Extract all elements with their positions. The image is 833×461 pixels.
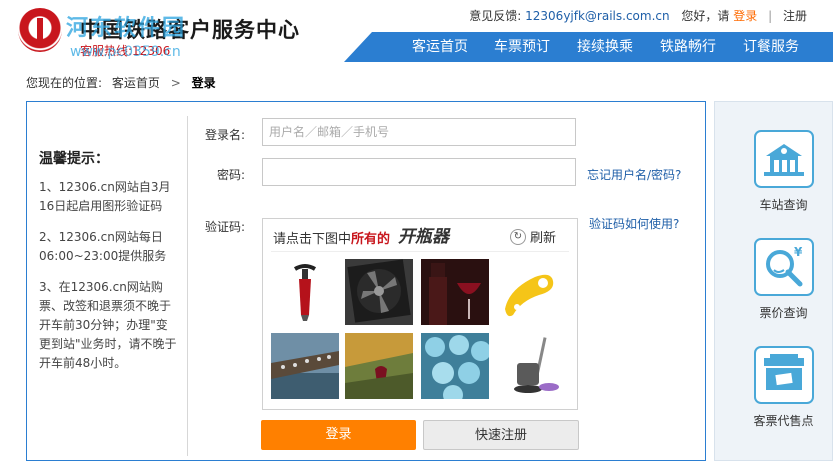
divider bbox=[271, 251, 569, 252]
password-label: 密码: bbox=[216, 168, 245, 182]
nav-item-meal-service[interactable]: 订餐服务 bbox=[743, 32, 799, 62]
sidebar-item-label: 客票代售点 bbox=[753, 414, 814, 428]
password-input[interactable] bbox=[262, 158, 576, 186]
breadcrumb-current: 登录 bbox=[191, 76, 216, 90]
sidebar-item-label: 车站查询 bbox=[759, 198, 808, 212]
price-search-icon: ¥ bbox=[754, 238, 814, 296]
captcha-prompt-prefix: 请点击下图中 bbox=[273, 232, 352, 247]
feedback-email-link[interactable]: 12306yjfk@rails.com.cn bbox=[525, 9, 669, 23]
nav-item-home[interactable]: 客运首页 bbox=[412, 32, 468, 62]
refresh-icon: ↻ bbox=[510, 228, 526, 245]
top-login-link[interactable]: 登录 bbox=[733, 9, 757, 23]
nav-item-railway-pass[interactable]: 铁路畅行 bbox=[660, 32, 716, 62]
railway-logo-icon bbox=[18, 8, 62, 52]
username-input[interactable] bbox=[262, 118, 576, 146]
captcha-image-wine-bottle[interactable] bbox=[421, 259, 489, 325]
tip-item: 2、12306.cn网站每日06:00~23:00提供服务 bbox=[39, 230, 167, 263]
ticket-agent-icon bbox=[754, 346, 814, 404]
captcha-image-fan[interactable] bbox=[345, 259, 413, 325]
tip-item: 1、12306.cn网站自3月16日起启用图形验证码 bbox=[39, 180, 171, 213]
breadcrumb-separator: > bbox=[170, 76, 181, 90]
captcha-refresh-label: 刷新 bbox=[530, 231, 557, 246]
sidebar-item-label: 票价查询 bbox=[759, 306, 808, 320]
captcha-image-blue-balls[interactable] bbox=[421, 333, 489, 399]
greeting-text: 您好，请 bbox=[681, 9, 730, 23]
captcha-image-bottle-opener[interactable] bbox=[495, 259, 563, 325]
header: 中国铁路客户服务中心 客服热线:12306 河东软件园 www.pc0359.c… bbox=[0, 0, 833, 62]
divider: | bbox=[768, 9, 773, 23]
username-label: 登录名: bbox=[204, 128, 245, 142]
tip-item: 3、在12306.cn网站购票、改签和退票须不晚于开车前30分钟；办理"变更到站… bbox=[39, 280, 177, 370]
main-nav: 客运首页 车票预订 接续换乘 铁路畅行 订餐服务 bbox=[344, 32, 833, 62]
captcha-box: 请点击下图中所有的 开瓶器 ↻ 刷新 bbox=[262, 218, 578, 410]
breadcrumb-prefix: 您现在的位置: bbox=[26, 76, 103, 90]
nav-item-ticket-booking[interactable]: 车票预订 bbox=[494, 32, 550, 62]
captcha-image-corkscrew[interactable] bbox=[271, 259, 339, 325]
svg-text:¥: ¥ bbox=[794, 245, 803, 259]
captcha-target-word: 开瓶器 bbox=[398, 227, 449, 247]
tips-title: 温馨提示： bbox=[39, 151, 109, 167]
captcha-refresh-button[interactable]: ↻ 刷新 bbox=[510, 227, 556, 246]
top-register-link[interactable]: 注册 bbox=[783, 9, 807, 23]
captcha-image-vineyard[interactable] bbox=[345, 333, 413, 399]
captcha-prompt: 请点击下图中所有的 bbox=[273, 228, 390, 247]
quick-register-button[interactable]: 快速注册 bbox=[423, 420, 579, 450]
captcha-help-link[interactable]: 验证码如何使用? bbox=[589, 215, 679, 232]
login-panel: 温馨提示： 1、12306.cn网站自3月16日起启用图形验证码 2、12306… bbox=[26, 101, 706, 461]
captcha-prompt-highlight: 所有的 bbox=[351, 232, 391, 247]
watermark-title: 河东软件园 bbox=[66, 16, 187, 41]
captcha-label: 验证码: bbox=[204, 220, 245, 234]
service-sidebar: 车站查询 ¥ 票价查询 客票代售点 bbox=[714, 101, 833, 461]
captcha-image-boat-crowd[interactable] bbox=[271, 333, 339, 399]
nav-item-transfer[interactable]: 接续换乘 bbox=[577, 32, 633, 62]
captcha-image-mop[interactable] bbox=[495, 333, 563, 399]
watermark-url: www.pc0359.cn bbox=[70, 44, 181, 60]
breadcrumb-home-link[interactable]: 客运首页 bbox=[112, 76, 160, 90]
login-button[interactable]: 登录 bbox=[261, 420, 416, 450]
top-links: 意见反馈: 12306yjfk@rails.com.cn 您好，请 登录 | 注… bbox=[469, 7, 807, 24]
forgot-password-link[interactable]: 忘记用户名/密码? bbox=[587, 166, 681, 183]
breadcrumb: 您现在的位置: 客运首页 > 登录 bbox=[26, 74, 216, 91]
station-icon bbox=[754, 130, 814, 188]
feedback-label: 意见反馈: bbox=[469, 9, 522, 23]
